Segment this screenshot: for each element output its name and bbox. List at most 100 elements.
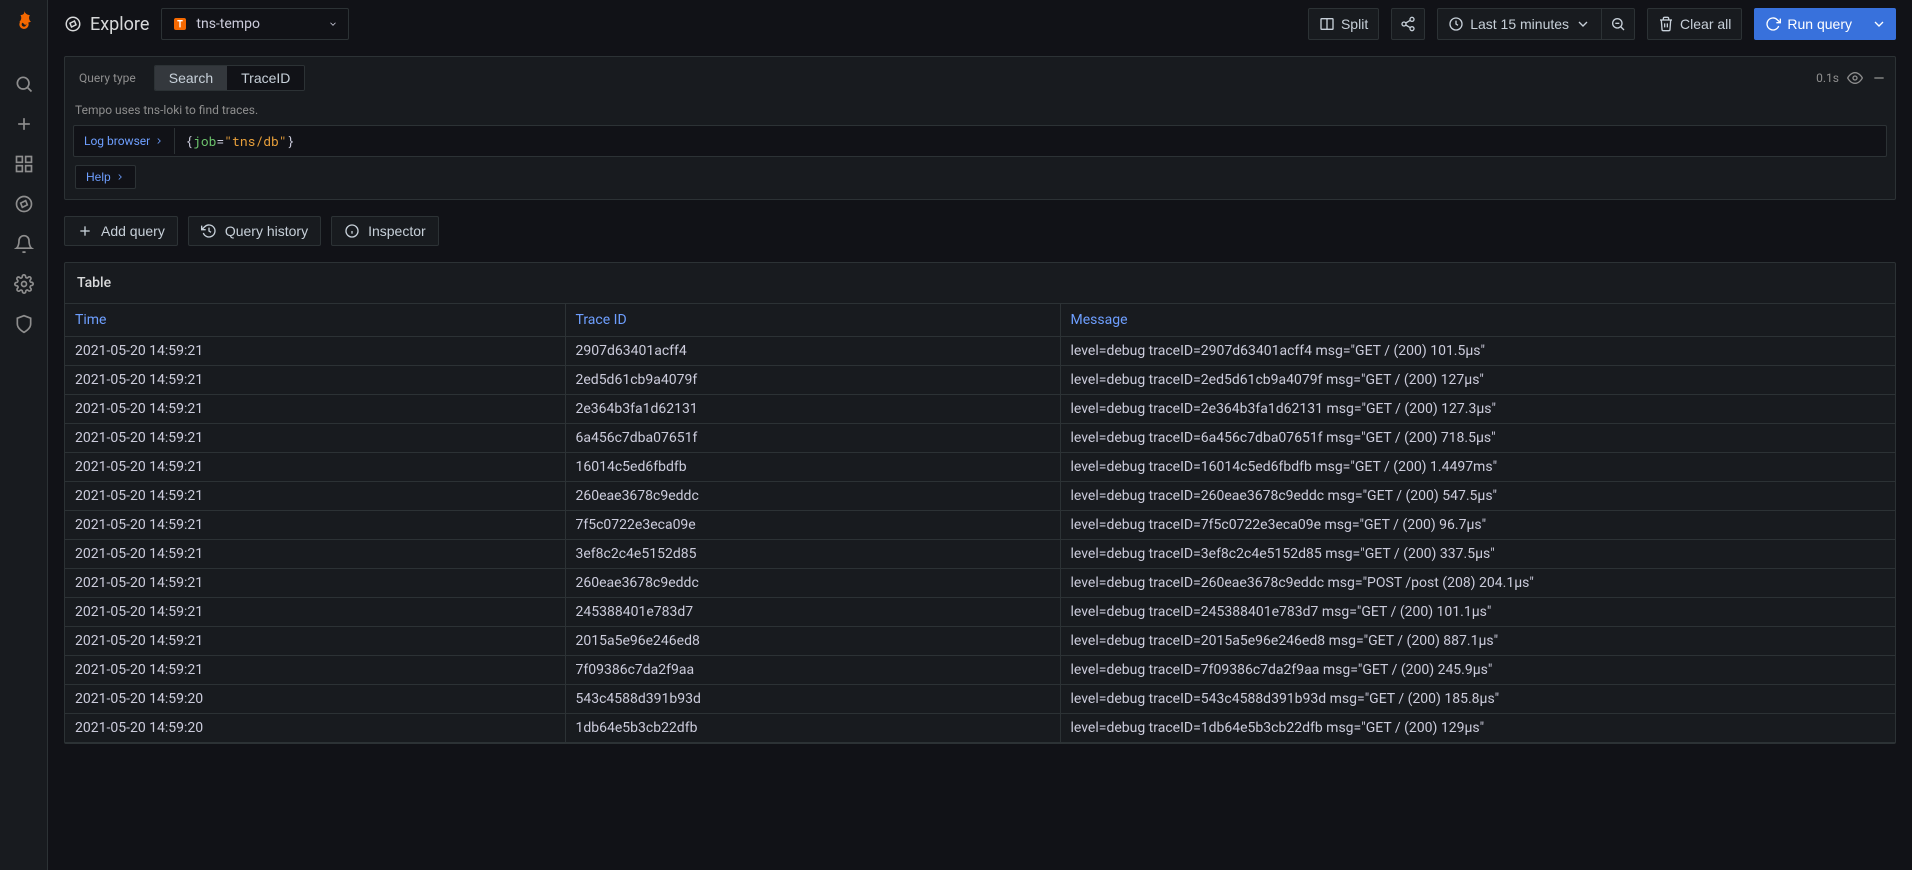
tab-traceid[interactable]: TraceID [227, 66, 304, 90]
cell-message: level=debug traceID=7f5c0722e3eca09e msg… [1060, 511, 1895, 540]
col-time[interactable]: Time [65, 304, 565, 337]
clear-all-button[interactable]: Clear all [1647, 8, 1742, 40]
topbar: Explore tns-tempo Split Last 15 minutes [48, 0, 1912, 48]
zoom-out-icon [1610, 16, 1626, 32]
table-row[interactable]: 2021-05-20 14:59:217f09386c7da2f9aalevel… [65, 656, 1895, 685]
time-picker-group: Last 15 minutes [1437, 8, 1635, 40]
cell-traceId: 1db64e5b3cb22dfb [565, 714, 1060, 743]
cell-time: 2021-05-20 14:59:21 [65, 540, 565, 569]
table-row[interactable]: 2021-05-20 14:59:212e364b3fa1d62131level… [65, 395, 1895, 424]
cell-message: level=debug traceID=6a456c7dba07651f msg… [1060, 424, 1895, 453]
table-row[interactable]: 2021-05-20 14:59:201db64e5b3cb22dfblevel… [65, 714, 1895, 743]
time-range-label: Last 15 minutes [1470, 16, 1569, 32]
query-history-button[interactable]: Query history [188, 216, 321, 246]
cell-message: level=debug traceID=16014c5ed6fbdfb msg=… [1060, 453, 1895, 482]
sidebar [0, 0, 48, 870]
cell-time: 2021-05-20 14:59:21 [65, 366, 565, 395]
alerting-icon[interactable] [0, 224, 48, 264]
cell-traceId: 3ef8c2c4e5152d85 [565, 540, 1060, 569]
cell-traceId: 2e364b3fa1d62131 [565, 395, 1060, 424]
query-stats: 0.1s [1816, 70, 1887, 86]
cell-traceId: 7f09386c7da2f9aa [565, 656, 1060, 685]
table-row[interactable]: 2021-05-20 14:59:20543c4588d391b93dlevel… [65, 685, 1895, 714]
split-button[interactable]: Split [1308, 8, 1379, 40]
help-row: Help [65, 165, 1895, 199]
chevron-down-icon [1575, 16, 1591, 32]
tab-search[interactable]: Search [155, 66, 227, 90]
cell-traceId: 2907d63401acff4 [565, 337, 1060, 366]
query-header: Query type Search TraceID 0.1s [65, 57, 1895, 99]
collapse-query-button[interactable] [1871, 70, 1887, 86]
help-button[interactable]: Help [75, 165, 136, 189]
results-table: Time Trace ID Message 2021-05-20 14:59:2… [65, 303, 1895, 743]
explore-icon[interactable] [0, 184, 48, 224]
time-range-button[interactable]: Last 15 minutes [1437, 8, 1602, 40]
table-row[interactable]: 2021-05-20 14:59:21260eae3678c9eddclevel… [65, 482, 1895, 511]
cell-message: level=debug traceID=245388401e783d7 msg=… [1060, 598, 1895, 627]
table-row[interactable]: 2021-05-20 14:59:2116014c5ed6fbdfblevel=… [65, 453, 1895, 482]
cell-message: level=debug traceID=2ed5d61cb9a4079f msg… [1060, 366, 1895, 395]
cell-traceId: 260eae3678c9eddc [565, 482, 1060, 511]
content: Query type Search TraceID 0.1s [48, 48, 1912, 870]
server-admin-icon[interactable] [0, 304, 48, 344]
table-row[interactable]: 2021-05-20 14:59:216a456c7dba07651flevel… [65, 424, 1895, 453]
trash-icon [1658, 16, 1674, 32]
run-query-label: Run query [1787, 16, 1852, 32]
cell-time: 2021-05-20 14:59:21 [65, 656, 565, 685]
table-row[interactable]: 2021-05-20 14:59:217f5c0722e3eca09elevel… [65, 511, 1895, 540]
chevron-right-icon [115, 172, 125, 182]
log-browser-button[interactable]: Log browser [74, 128, 175, 154]
cell-message: level=debug traceID=2015a5e96e246ed8 msg… [1060, 627, 1895, 656]
cell-message: level=debug traceID=260eae3678c9eddc msg… [1060, 569, 1895, 598]
dashboards-icon[interactable] [0, 144, 48, 184]
cell-message: level=debug traceID=2e364b3fa1d62131 msg… [1060, 395, 1895, 424]
run-query-dropdown[interactable] [1863, 8, 1896, 40]
run-query-button[interactable]: Run query [1754, 8, 1863, 40]
table-row[interactable]: 2021-05-20 14:59:21245388401e783d7level=… [65, 598, 1895, 627]
query-duration: 0.1s [1816, 71, 1839, 85]
grafana-logo-icon[interactable] [10, 8, 38, 36]
cell-time: 2021-05-20 14:59:21 [65, 424, 565, 453]
col-message[interactable]: Message [1060, 304, 1895, 337]
col-traceid[interactable]: Trace ID [565, 304, 1060, 337]
add-query-label: Add query [101, 223, 165, 239]
table-row[interactable]: 2021-05-20 14:59:212ed5d61cb9a4079flevel… [65, 366, 1895, 395]
cell-time: 2021-05-20 14:59:21 [65, 569, 565, 598]
add-query-button[interactable]: Add query [64, 216, 178, 246]
cell-time: 2021-05-20 14:59:21 [65, 598, 565, 627]
refresh-icon [1765, 16, 1781, 32]
inspector-button[interactable]: Inspector [331, 216, 439, 246]
split-icon [1319, 16, 1335, 32]
page-title-text: Explore [90, 14, 149, 35]
history-icon [201, 223, 217, 239]
query-type-label: Query type [73, 71, 142, 85]
cell-traceId: 16014c5ed6fbdfb [565, 453, 1060, 482]
query-hint: Tempo uses tns-loki to find traces. [65, 99, 1895, 125]
expr-val: "tns/db" [224, 132, 286, 150]
cell-message: level=debug traceID=2907d63401acff4 msg=… [1060, 337, 1895, 366]
cell-time: 2021-05-20 14:59:20 [65, 685, 565, 714]
table-row[interactable]: 2021-05-20 14:59:212907d63401acff4level=… [65, 337, 1895, 366]
table-row[interactable]: 2021-05-20 14:59:213ef8c2c4e5152d85level… [65, 540, 1895, 569]
toggle-visibility-button[interactable] [1847, 70, 1863, 86]
table-row[interactable]: 2021-05-20 14:59:21260eae3678c9eddclevel… [65, 569, 1895, 598]
share-button[interactable] [1391, 8, 1425, 40]
search-icon[interactable] [0, 64, 48, 104]
chevron-down-icon [328, 19, 338, 29]
cell-message: level=debug traceID=3ef8c2c4e5152d85 msg… [1060, 540, 1895, 569]
datasource-picker[interactable]: tns-tempo [161, 8, 349, 40]
page-title: Explore [64, 14, 149, 35]
expr-brace-close: } [287, 132, 295, 150]
table-row[interactable]: 2021-05-20 14:59:212015a5e96e246ed8level… [65, 627, 1895, 656]
cell-time: 2021-05-20 14:59:21 [65, 453, 565, 482]
cell-message: level=debug traceID=1db64e5b3cb22dfb msg… [1060, 714, 1895, 743]
expr-brace-open: { [185, 132, 193, 150]
cell-time: 2021-05-20 14:59:21 [65, 627, 565, 656]
configuration-icon[interactable] [0, 264, 48, 304]
zoom-out-button[interactable] [1602, 8, 1635, 40]
chevron-down-icon [1871, 16, 1887, 32]
plus-icon [77, 223, 93, 239]
compass-icon [64, 15, 82, 33]
plus-icon[interactable] [0, 104, 48, 144]
query-expression-input[interactable]: {job="tns/db"} [175, 126, 1886, 156]
